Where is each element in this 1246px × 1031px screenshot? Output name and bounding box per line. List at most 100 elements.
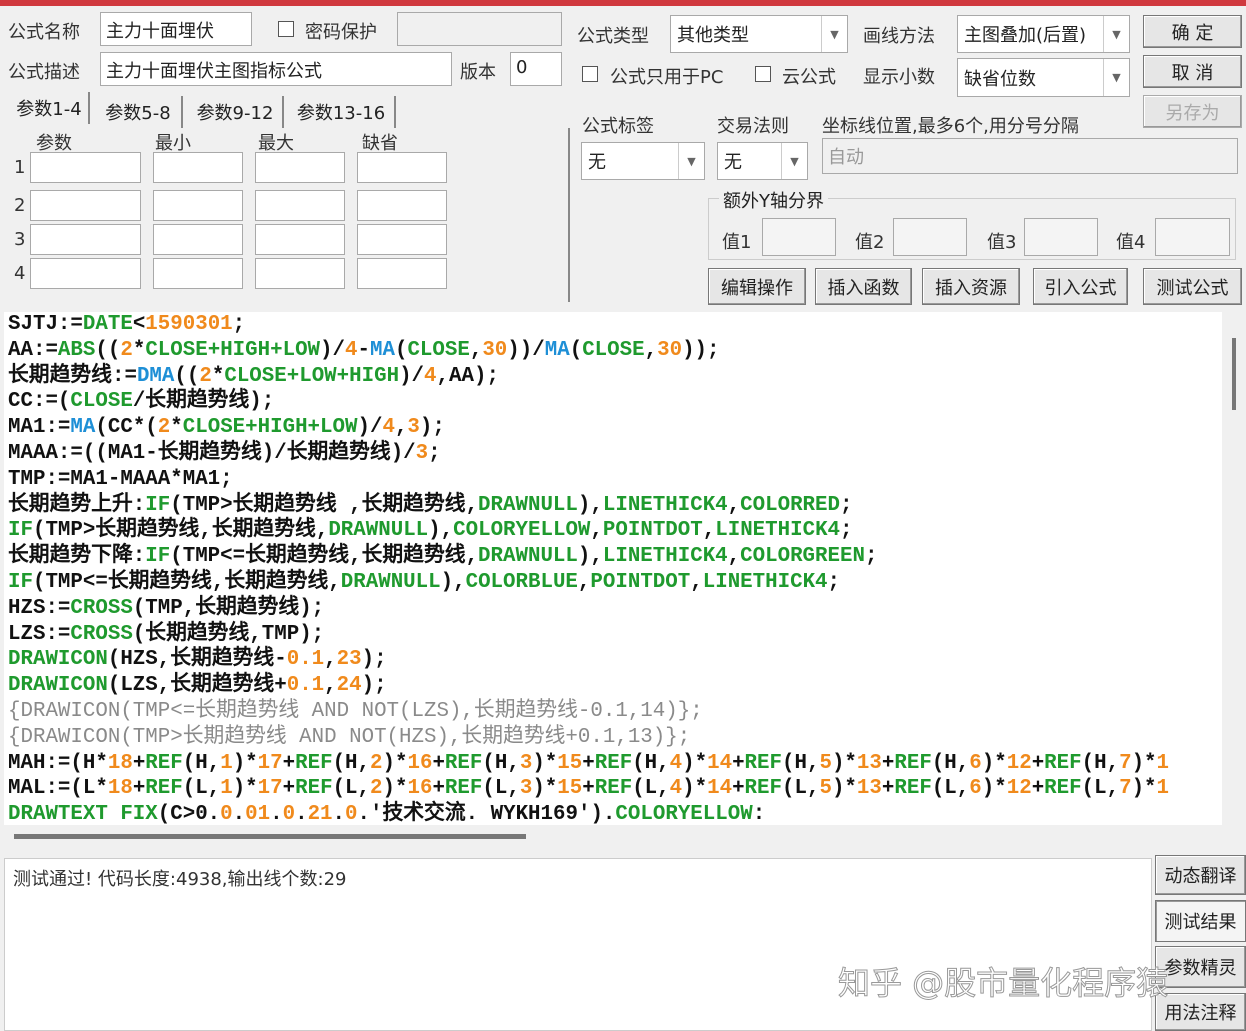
version-label: 版本	[460, 62, 496, 83]
min-input-3[interactable]	[153, 224, 243, 255]
value3-input[interactable]	[1024, 218, 1098, 256]
code-token: LINETHICK4	[602, 493, 728, 517]
usage-notes-button[interactable]: 用法注释	[1155, 993, 1246, 1031]
code-token: ,AA);	[436, 364, 499, 388]
code-editor[interactable]: SJTJ:=DATE<1590301; AA:=ABS((2*CLOSE+HIGH…	[4, 312, 1222, 825]
dynamic-translate-button[interactable]: 动态翻译	[1155, 855, 1246, 895]
ok-button[interactable]: 确 定	[1143, 15, 1242, 48]
code-token: REF	[1044, 777, 1082, 801]
chevron-down-icon: ▼	[1103, 16, 1129, 52]
code-token: REF	[744, 751, 782, 775]
formula-tag-select[interactable]: 无 ▼	[581, 142, 705, 180]
tab-params-13-16[interactable]: 参数13-16	[288, 96, 396, 128]
code-token: ,	[394, 416, 408, 440]
axis-position-input[interactable]: 自动	[822, 138, 1238, 174]
tab-params-1-4[interactable]: 参数1-4	[10, 92, 90, 124]
code-token: 01	[245, 803, 271, 825]
code-token: )*	[981, 777, 1007, 801]
code-token: {DRAWICON(TMP>长期趋势线 AND NOT(HZS),长期趋势线+0…	[8, 725, 691, 749]
code-token: LZS:=	[8, 622, 71, 646]
value2-input[interactable]	[893, 218, 967, 256]
param-input-2[interactable]	[30, 190, 141, 221]
max-input-1[interactable]	[255, 152, 345, 183]
code-token: +	[132, 751, 146, 775]
code-token: 18	[107, 777, 133, 801]
param-wizard-button[interactable]: 参数精灵	[1155, 946, 1246, 988]
value1-label: 值1	[722, 232, 752, 253]
formula-type-select[interactable]: 其他类型 ▼	[670, 15, 848, 53]
param-input-4[interactable]	[30, 258, 141, 289]
insert-resource-button[interactable]: 插入资源	[922, 268, 1020, 305]
cloud-checkbox[interactable]	[755, 66, 771, 82]
test-formula-button[interactable]: 测试公式	[1143, 268, 1242, 305]
code-token: (TMP>长期趋势线,长期趋势线,	[32, 519, 329, 543]
password-input[interactable]	[397, 12, 562, 46]
formula-desc-label: 公式描述	[8, 62, 80, 83]
code-token: .	[295, 803, 308, 825]
code-token: )*	[1131, 751, 1157, 775]
chevron-down-icon: ▼	[781, 143, 807, 179]
default-input-1[interactable]	[357, 152, 447, 183]
code-token: 12	[1006, 751, 1032, 775]
version-input[interactable]: 0	[510, 52, 562, 86]
max-input-4[interactable]	[255, 258, 345, 289]
vertical-scrollbar-thumb[interactable]	[1232, 338, 1236, 410]
code-token: 3	[519, 777, 533, 801]
min-input-1[interactable]	[153, 152, 243, 183]
trade-rule-select[interactable]: 无 ▼	[717, 142, 808, 180]
code-token: 3	[407, 416, 420, 440]
password-label: 密码保护	[305, 22, 377, 43]
code-token: (	[569, 338, 583, 362]
code-token: ),	[577, 493, 603, 517]
cancel-button[interactable]: 取 消	[1143, 55, 1242, 88]
code-line: IF(TMP<=长期趋势线,长期趋势线,DRAWNULL),COLORBLUE,…	[8, 570, 1218, 596]
code-token: IF	[145, 545, 171, 569]
value1-input[interactable]	[762, 218, 836, 256]
default-input-4[interactable]	[357, 258, 447, 289]
code-token: (H,	[931, 751, 970, 775]
test-result-button[interactable]: 测试结果	[1155, 900, 1246, 942]
code-token: )*	[232, 777, 258, 801]
min-input-2[interactable]	[153, 190, 243, 221]
decimal-select[interactable]: 缺省位数 ▼	[957, 58, 1130, 97]
code-token: MAH:=(H*	[8, 751, 108, 775]
code-token: MA1:=	[8, 416, 71, 440]
code-line: DRAWTEXT FIX(C>0.0.01.0.21.0.'技术交流. WYKH…	[8, 802, 1218, 825]
code-token: 4	[424, 364, 437, 388]
code-token: 14	[707, 777, 733, 801]
code-token: 17	[257, 751, 283, 775]
param-input-1[interactable]	[30, 152, 141, 183]
code-token: REF	[744, 777, 782, 801]
insert-function-button[interactable]: 插入函数	[815, 268, 912, 305]
code-token: 2	[370, 751, 383, 775]
edit-operation-button[interactable]: 编辑操作	[708, 268, 806, 305]
code-token: DRAWTEXT FIX	[8, 803, 158, 825]
tab-params-9-12[interactable]: 参数9-12	[188, 96, 284, 128]
value4-input[interactable]	[1155, 218, 1230, 256]
code-token: 16	[407, 751, 433, 775]
formula-desc-input[interactable]: 主力十面埋伏主图指标公式	[100, 52, 452, 86]
import-formula-button[interactable]: 引入公式	[1033, 268, 1128, 305]
code-token: ),	[577, 545, 603, 569]
code-token: )/	[320, 338, 346, 362]
min-input-4[interactable]	[153, 258, 243, 289]
draw-method-select[interactable]: 主图叠加(后置) ▼	[957, 15, 1130, 53]
code-token: +	[732, 777, 745, 801]
save-as-button[interactable]: 另存为	[1143, 95, 1242, 128]
code-token: TMP:=MA1-MAAA*MA1;	[8, 467, 233, 491]
horizontal-scrollbar-thumb[interactable]	[14, 834, 526, 839]
decimal-value: 缺省位数	[964, 68, 1036, 90]
formula-name-input[interactable]: 主力十面埋伏	[100, 12, 252, 46]
default-input-3[interactable]	[357, 224, 447, 255]
code-token: 15	[557, 751, 583, 775]
code-token: 4	[669, 751, 683, 775]
code-token: (L,	[482, 777, 520, 801]
tab-params-5-8[interactable]: 参数5-8	[95, 96, 183, 128]
max-input-2[interactable]	[255, 190, 345, 221]
code-token: MA	[544, 338, 570, 362]
pc-only-checkbox[interactable]	[582, 66, 598, 82]
param-input-3[interactable]	[30, 224, 141, 255]
default-input-2[interactable]	[357, 190, 447, 221]
password-checkbox[interactable]	[278, 21, 294, 37]
max-input-3[interactable]	[255, 224, 345, 255]
